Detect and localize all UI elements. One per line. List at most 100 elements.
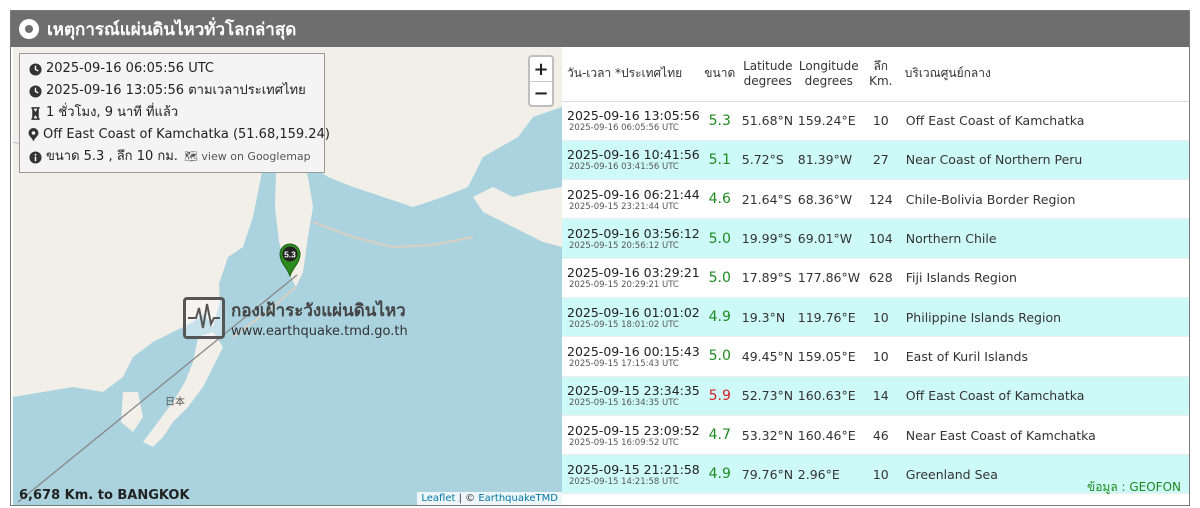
cell-magnitude: 4.7 xyxy=(699,415,740,456)
utc-datetime: 2025-09-15 16:09:52 UTC xyxy=(569,437,679,448)
table-row[interactable]: 2025-09-16 13:05:56 2025-09-16 06:05:56 U… xyxy=(562,101,1189,141)
cell-region: East of Kuril Islands xyxy=(899,336,1189,377)
thai-datetime: 2025-09-16 13:05:56 xyxy=(567,108,700,124)
table-row[interactable]: 2025-09-16 06:21:44 2025-09-15 23:21:44 U… xyxy=(562,179,1189,220)
utc-datetime: 2025-09-15 20:29:21 UTC xyxy=(569,280,679,291)
cell-magnitude: 4.6 xyxy=(699,179,740,220)
earthquake-list: วัน-เวลา *ประเทศไทย ขนาด Latitude degree… xyxy=(562,47,1189,505)
zoom-control: + − xyxy=(528,55,554,107)
earthquake-table: วัน-เวลา *ประเทศไทย ขนาด Latitude degree… xyxy=(562,47,1189,495)
watermark-title: กองเฝ้าระวังแผ่นดินไหว xyxy=(231,301,406,321)
table-header-row: วัน-เวลา *ประเทศไทย ขนาด Latitude degree… xyxy=(562,47,1189,102)
map-icon: 🗺 xyxy=(183,150,198,163)
cell-longitude: 68.36°W xyxy=(795,179,862,220)
zoom-in-button[interactable]: + xyxy=(530,57,552,81)
thai-datetime: 2025-09-15 23:34:35 xyxy=(567,383,700,399)
table-row[interactable]: 2025-09-16 03:29:21 2025-09-15 20:29:21 U… xyxy=(562,258,1189,298)
earthquake-widget: เหตุการณ์แผ่นดินไหวทั่วโลกล่าสุด 日本 กองเ… xyxy=(10,10,1190,506)
cell-longitude: 119.76°E xyxy=(795,297,862,338)
cell-region: Near Coast of Northern Peru xyxy=(899,140,1189,181)
widget-title: เหตุการณ์แผ่นดินไหวทั่วโลกล่าสุด xyxy=(47,19,297,40)
map-attribution: Leaflet | © EarthquakeTMD xyxy=(417,492,562,505)
cell-latitude: 49.45°N xyxy=(739,336,796,377)
cell-longitude: 2.96°E xyxy=(795,454,862,495)
map-label-japan: 日本 xyxy=(165,397,185,408)
cell-latitude: 17.89°S xyxy=(739,258,796,298)
attribution-separator: | © xyxy=(458,493,476,504)
cell-datetime: 2025-09-16 10:41:56 2025-09-16 03:41:56 U… xyxy=(562,140,700,181)
earthquake-map[interactable]: 日本 กองเฝ้าระวังแผ่นดินไหว www.earthquake… xyxy=(13,47,562,505)
cell-datetime: 2025-09-16 13:05:56 2025-09-16 06:05:56 U… xyxy=(562,101,700,141)
header-depth: ลึก Km. xyxy=(861,47,900,102)
cell-latitude: 79.76°N xyxy=(739,454,796,495)
cell-longitude: 159.05°E xyxy=(795,336,862,377)
cell-longitude: 69.01°W xyxy=(795,218,862,259)
cell-depth: 10 xyxy=(861,336,900,377)
cell-longitude: 160.63°E xyxy=(795,376,862,416)
thai-datetime: 2025-09-15 21:21:58 xyxy=(567,461,700,477)
latest-earthquake-info: 2025-09-16 06:05:56 UTC 2025-09-16 13:05… xyxy=(19,53,330,173)
zoom-out-button[interactable]: − xyxy=(530,81,552,105)
cell-depth: 10 xyxy=(861,454,900,495)
table-row[interactable]: 2025-09-16 10:41:56 2025-09-16 03:41:56 U… xyxy=(562,140,1189,181)
utc-datetime: 2025-09-15 17:15:43 UTC xyxy=(569,358,679,369)
cell-longitude: 177.86°W xyxy=(795,258,862,298)
title-bar: เหตุการณ์แผ่นดินไหวทั่วโลกล่าสุด xyxy=(11,11,1189,47)
cell-depth: 628 xyxy=(861,258,900,298)
cell-depth: 10 xyxy=(861,297,900,338)
distance-to-bangkok: 6,678 Km. to BANGKOK xyxy=(19,488,190,503)
header-latitude: Latitude degrees xyxy=(739,47,796,102)
map-pin-icon xyxy=(28,128,39,142)
cell-longitude: 160.46°E xyxy=(795,415,862,456)
cell-depth: 27 xyxy=(861,140,900,181)
cell-depth: 10 xyxy=(861,101,900,141)
cell-datetime: 2025-09-15 21:21:58 2025-09-15 14:21:58 U… xyxy=(562,454,700,495)
cell-latitude: 51.68°N xyxy=(739,101,796,141)
cell-depth: 14 xyxy=(861,376,900,416)
cell-region: Chile-Bolivia Border Region xyxy=(899,179,1189,220)
utc-datetime: 2025-09-16 06:05:56 UTC xyxy=(569,123,679,134)
cell-region: Fiji Islands Region xyxy=(899,258,1189,298)
table-row[interactable]: 2025-09-16 00:15:43 2025-09-15 17:15:43 U… xyxy=(562,336,1189,377)
table-row[interactable]: 2025-09-15 23:34:35 2025-09-15 16:34:35 U… xyxy=(562,376,1189,416)
googlemap-label: view on Googlemap xyxy=(201,150,311,163)
cell-region: Near East Coast of Kamchatka xyxy=(899,415,1189,456)
header-region: บริเวณศูนย์กลาง xyxy=(899,47,1189,102)
cell-magnitude: 5.0 xyxy=(699,336,740,377)
utc-datetime: 2025-09-16 03:41:56 UTC xyxy=(569,162,679,173)
cell-latitude: 5.72°S xyxy=(739,140,796,181)
thai-datetime: 2025-09-16 06:21:44 xyxy=(567,186,700,202)
cell-magnitude: 5.0 xyxy=(699,258,740,298)
cell-region: Off East Coast of Kamchatka xyxy=(899,101,1189,141)
cell-datetime: 2025-09-16 03:56:12 2025-09-15 20:56:12 U… xyxy=(562,218,700,259)
cell-datetime: 2025-09-15 23:34:35 2025-09-15 16:34:35 U… xyxy=(562,376,700,416)
cell-magnitude: 4.9 xyxy=(699,297,740,338)
cell-datetime: 2025-09-16 01:01:02 2025-09-15 18:01:02 U… xyxy=(562,297,700,338)
header-magnitude: ขนาด xyxy=(699,47,740,102)
cell-depth: 104 xyxy=(861,218,900,259)
table-row[interactable]: 2025-09-16 01:01:02 2025-09-15 18:01:02 U… xyxy=(562,297,1189,338)
latest-utc: 2025-09-16 06:05:56 UTC xyxy=(46,61,214,76)
cell-latitude: 19.3°N xyxy=(739,297,796,338)
utc-datetime: 2025-09-15 14:21:58 UTC xyxy=(569,476,679,487)
cell-datetime: 2025-09-16 03:29:21 2025-09-15 20:29:21 U… xyxy=(562,258,700,298)
cell-region: Off East Coast of Kamchatka xyxy=(899,376,1189,416)
utc-datetime: 2025-09-15 20:56:12 UTC xyxy=(569,241,679,252)
cell-magnitude: 5.3 xyxy=(699,101,740,141)
cell-magnitude: 5.9 xyxy=(699,376,740,416)
table-row[interactable]: 2025-09-15 23:09:52 2025-09-15 16:09:52 U… xyxy=(562,415,1189,456)
googlemap-link[interactable]: 🗺 view on Googlemap xyxy=(184,146,311,168)
table-row[interactable]: 2025-09-16 03:56:12 2025-09-15 20:56:12 U… xyxy=(562,218,1189,259)
info-icon xyxy=(28,150,42,164)
cell-latitude: 53.32°N xyxy=(739,415,796,456)
clock-icon xyxy=(28,84,42,98)
leaflet-link[interactable]: Leaflet xyxy=(421,493,455,504)
latest-magnitude-depth: ขนาด 5.3 , ลึก 10 กม. xyxy=(46,149,178,164)
cell-depth: 124 xyxy=(861,179,900,220)
clock-icon xyxy=(28,62,42,76)
earthquake-marker[interactable]: 5.3 xyxy=(279,243,301,278)
latest-ago: 1 ชั่วโมง, 9 นาที ที่แล้ว xyxy=(46,105,179,120)
earthquaketmd-link[interactable]: EarthquakeTMD xyxy=(478,493,558,504)
header-longitude: Longitude degrees xyxy=(795,47,862,102)
header-datetime: วัน-เวลา *ประเทศไทย xyxy=(562,47,700,102)
